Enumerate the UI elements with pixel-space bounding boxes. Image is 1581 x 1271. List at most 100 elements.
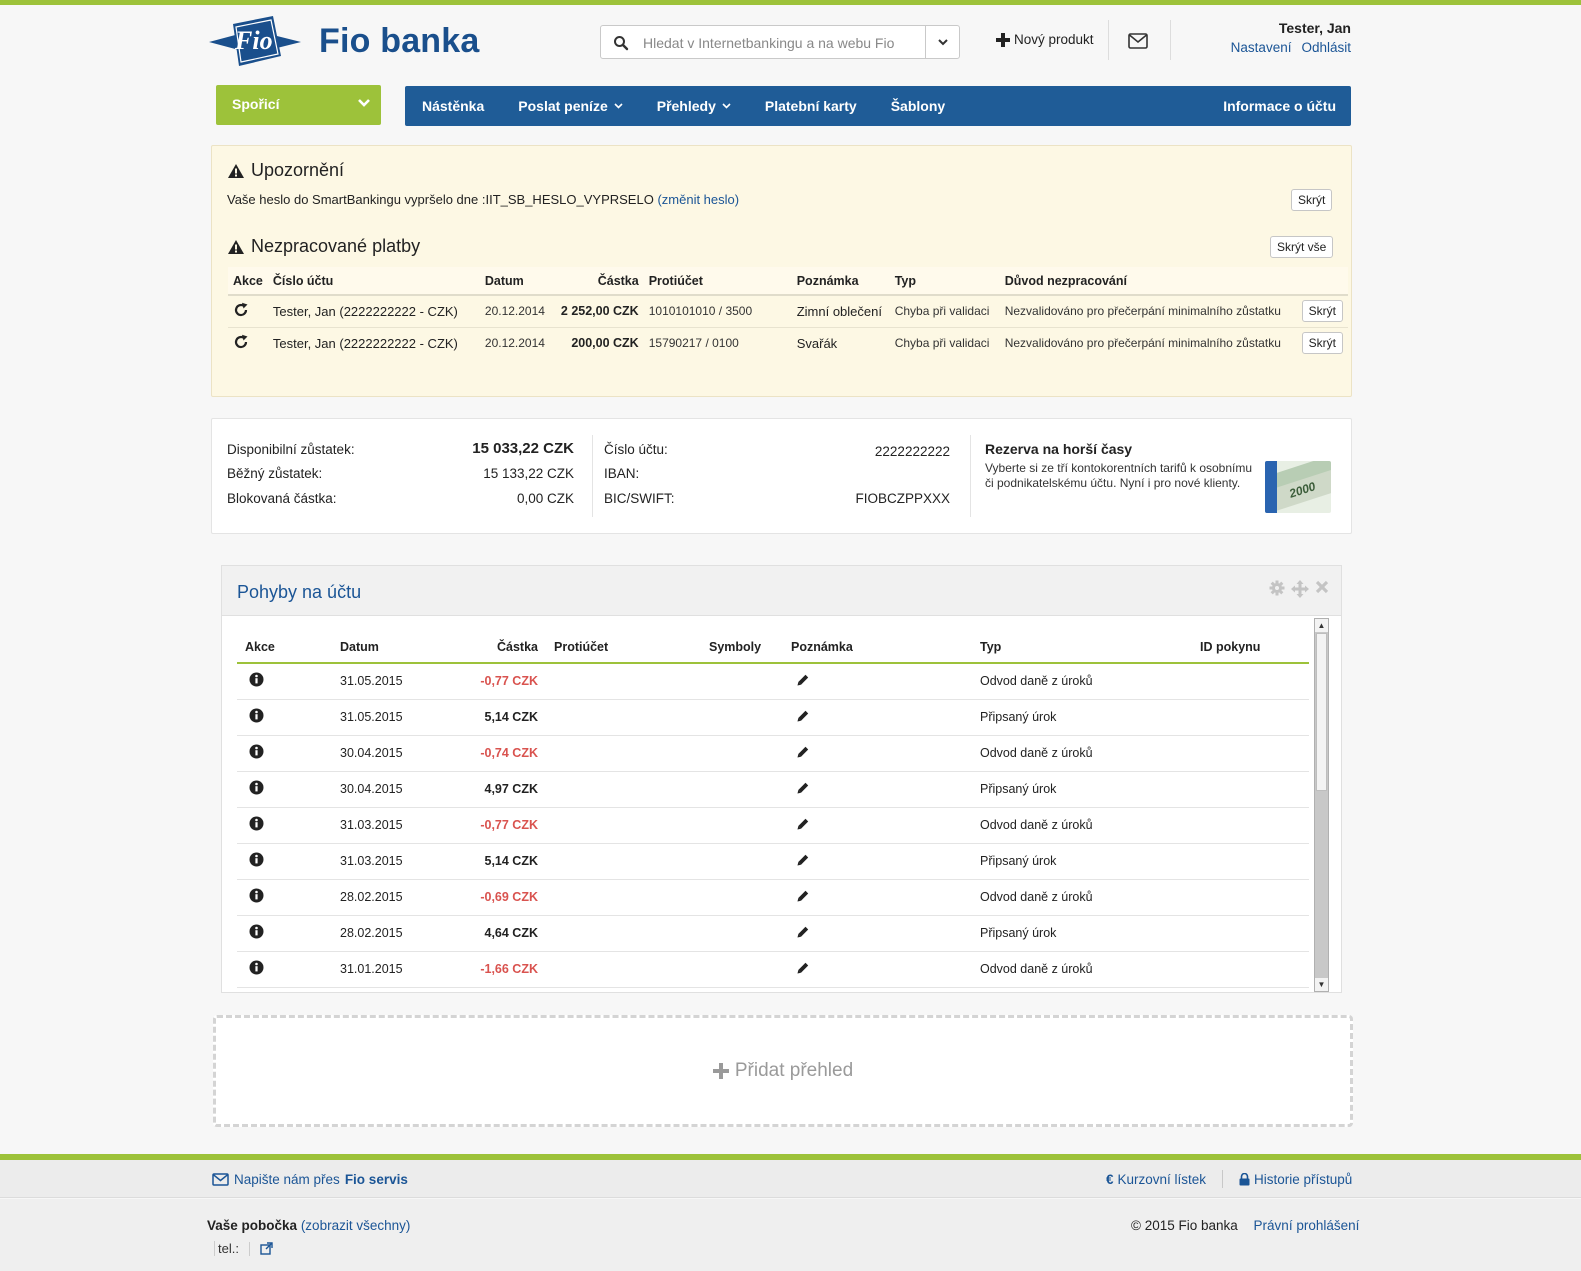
- blocked-amount-value: 0,00 CZK: [516, 491, 574, 506]
- movement-order-id: [1192, 735, 1309, 772]
- banknotes-image[interactable]: 2000: [1265, 461, 1331, 513]
- add-overview-button[interactable]: Přidat přehled: [213, 1015, 1353, 1127]
- movement-order-id: [1192, 807, 1309, 844]
- edit-note-button[interactable]: [783, 915, 972, 952]
- payment-account: Tester, Jan (2222222222 - CZK): [267, 295, 480, 328]
- close-icon[interactable]: [1315, 580, 1329, 594]
- logout-link[interactable]: Odhlásit: [1301, 40, 1351, 55]
- exchange-rates-label: Kurzovní lístek: [1117, 1172, 1207, 1187]
- pencil-icon: [797, 782, 809, 793]
- movement-type: Odvod daně z úroků: [972, 951, 1192, 988]
- scroll-down-arrow[interactable]: ▼: [1315, 978, 1328, 991]
- hide-all-button[interactable]: Skrýt vše: [1270, 236, 1334, 258]
- legal-link[interactable]: Právní prohlášení: [1254, 1218, 1360, 1233]
- refresh-icon: [234, 302, 248, 316]
- info-icon: [249, 852, 264, 867]
- external-link-icon[interactable]: [260, 1242, 273, 1255]
- nav-item-account-info[interactable]: Informace o účtu: [1206, 98, 1351, 114]
- info-icon: [249, 780, 264, 795]
- movement-type: Odvod daně z úroků: [972, 735, 1192, 772]
- nav-item-dashboard[interactable]: Nástěnka: [405, 98, 501, 114]
- scrollbar-thumb[interactable]: [1316, 633, 1327, 791]
- available-balance-value: 15 033,22 CZK: [472, 440, 574, 457]
- search-box[interactable]: [600, 25, 960, 59]
- row-detail-button[interactable]: [237, 735, 332, 772]
- panel-title[interactable]: Pohyby na účtu: [237, 582, 361, 603]
- retry-payment-button[interactable]: [228, 327, 268, 359]
- movement-order-id: [1192, 843, 1309, 880]
- exchange-rates-link[interactable]: € Kurzovní lístek: [1106, 1172, 1206, 1187]
- edit-note-button[interactable]: [783, 951, 972, 988]
- unprocessed-payments-table: Akce Číslo účtu Datum Částka Protiúčet P…: [228, 267, 1348, 359]
- scroll-up-arrow[interactable]: ▲: [1315, 619, 1328, 632]
- hide-payment-button[interactable]: Skrýt: [1301, 332, 1343, 355]
- edit-note-button[interactable]: [783, 735, 972, 772]
- row-detail-button[interactable]: [237, 879, 332, 916]
- edit-note-button[interactable]: [783, 771, 972, 808]
- change-password-link[interactable]: (změnit heslo): [657, 192, 739, 207]
- nav-item-send-money[interactable]: Poslat peníze: [501, 98, 639, 114]
- table-row: 31.03.2015 -0,77 CZK Odvod daně z úroků: [237, 807, 1309, 844]
- column-header: Protiúčet: [546, 631, 701, 664]
- new-product-button[interactable]: Nový produkt: [996, 32, 1094, 47]
- edit-note-button[interactable]: [783, 843, 972, 880]
- row-detail-button[interactable]: [237, 951, 332, 988]
- movement-type: Připsaný úrok: [972, 771, 1192, 808]
- access-history-label: Historie přístupů: [1254, 1172, 1353, 1187]
- search-input[interactable]: [643, 32, 913, 54]
- movement-order-id: [1192, 915, 1309, 952]
- edit-note-button[interactable]: [783, 663, 972, 700]
- payment-amount: 2 252,00 CZK: [555, 295, 644, 328]
- messages-button[interactable]: [1128, 33, 1148, 52]
- current-balance-value: 15 133,22 CZK: [483, 466, 574, 481]
- row-detail-button[interactable]: [237, 915, 332, 952]
- show-all-branches-link[interactable]: (zobrazit všechny): [301, 1218, 411, 1233]
- edit-note-button[interactable]: [783, 807, 972, 844]
- row-detail-button[interactable]: [237, 699, 332, 736]
- fio-logo[interactable]: Fio Fio banka: [209, 14, 489, 70]
- row-detail-button[interactable]: [237, 843, 332, 880]
- movements-table: Akce Datum Částka Protiúčet Symboly Pozn…: [237, 631, 1309, 988]
- vertical-scrollbar[interactable]: ▲ ▼: [1314, 618, 1329, 992]
- search-dropdown-button[interactable]: [925, 26, 959, 58]
- row-detail-button[interactable]: [237, 663, 332, 700]
- edit-note-button[interactable]: [783, 879, 972, 916]
- iban-label: IBAN:: [604, 466, 640, 481]
- warning-icon: [228, 163, 244, 178]
- movement-order-id: [1192, 771, 1309, 808]
- warning-icon: [228, 239, 244, 254]
- movement-symbols: [701, 915, 783, 952]
- table-row: 31.03.2015 5,14 CZK Připsaný úrok: [237, 843, 1309, 880]
- row-detail-button[interactable]: [237, 807, 332, 844]
- nav-item-payment-cards[interactable]: Platební karty: [748, 98, 874, 114]
- warning-panel: Upozornění Vaše heslo do SmartBankingu v…: [211, 145, 1352, 397]
- info-icon: [249, 960, 264, 975]
- nav-item-templates[interactable]: Šablony: [874, 98, 962, 114]
- promo-title[interactable]: Rezerva na horší časy: [985, 441, 1132, 457]
- account-select[interactable]: Spořicí: [216, 85, 381, 125]
- envelope-icon: [1128, 33, 1148, 49]
- movement-date: 30.04.2015: [332, 735, 442, 772]
- nav-item-label: Platební karty: [764, 98, 857, 114]
- fio-servis-link[interactable]: Napište nám přes Fio servis: [212, 1172, 408, 1187]
- edit-note-button[interactable]: [783, 699, 972, 736]
- copyright-line: © 2015 Fio banka Právní prohlášení: [1131, 1218, 1359, 1233]
- move-icon[interactable]: [1291, 580, 1309, 598]
- retry-payment-button[interactable]: [228, 295, 268, 328]
- pencil-icon: [797, 818, 809, 829]
- column-header: Typ: [972, 631, 1192, 664]
- hide-warning-button[interactable]: Skrýt: [1291, 189, 1333, 211]
- hide-payment-button[interactable]: Skrýt: [1301, 300, 1343, 323]
- account-number-value: 2222222222: [874, 444, 950, 459]
- table-row: 31.05.2015 -0,77 CZK Odvod daně z úroků: [237, 663, 1309, 700]
- nav-item-overviews[interactable]: Přehledy: [640, 98, 748, 114]
- settings-link[interactable]: Nastavení: [1231, 40, 1292, 55]
- account-movements-panel: Pohyby na účtu Akce Datum Částka Protiúč…: [221, 565, 1342, 993]
- movement-date: 28.02.2015: [332, 879, 442, 916]
- access-history-link[interactable]: Historie přístupů: [1239, 1172, 1352, 1187]
- plus-icon: [712, 1063, 729, 1079]
- movement-amount: 4,97 CZK: [442, 771, 546, 808]
- unprocessed-payment-row: Tester, Jan (2222222222 - CZK) 20.12.2014…: [228, 327, 1348, 359]
- gear-icon[interactable]: [1269, 580, 1285, 596]
- row-detail-button[interactable]: [237, 771, 332, 808]
